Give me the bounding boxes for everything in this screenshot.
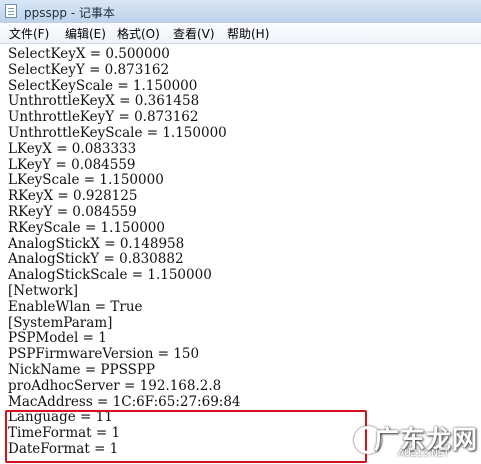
text-line[interactable]: LKeyY = 0.084559 xyxy=(8,157,241,174)
text-line[interactable]: PSPModel = 1 xyxy=(8,331,241,347)
text-line[interactable]: AnalogStickX = 0.148958 xyxy=(8,236,241,253)
editor-margin xyxy=(0,44,4,464)
text-line[interactable]: MacAddress = 1C:6F:65:27:69:84 xyxy=(8,394,241,411)
title-bar[interactable]: ppsspp - 记事本 xyxy=(0,0,481,24)
text-line[interactable]: [SystemParam] xyxy=(8,315,241,332)
text-line[interactable]: AnalogStickScale = 1.150000 xyxy=(8,267,241,284)
text-line[interactable]: UnthrottleKeyX = 0.361458 xyxy=(8,94,241,110)
text-line[interactable]: AnalogStickY = 0.830882 xyxy=(8,252,241,268)
watermark-logo: 广东龙网 AUZ13.NET xyxy=(352,420,477,460)
text-line[interactable]: SelectKeyY = 0.873162 xyxy=(8,62,241,79)
menu-edit[interactable]: 编辑(E) xyxy=(65,25,106,42)
text-line[interactable]: RKeyY = 0.084559 xyxy=(8,204,241,221)
text-editor[interactable]: SelectKeyX = 0.500000 SelectKeyY = 0.873… xyxy=(0,44,481,464)
text-line[interactable]: SelectKeyX = 0.500000 xyxy=(8,46,241,63)
menu-help[interactable]: 帮助(H) xyxy=(227,25,269,42)
highlight-box xyxy=(5,410,367,463)
notepad-window: ppsspp - 记事本 文件(F) 编辑(E) 格式(O) 查看(V) 帮助(… xyxy=(0,0,481,464)
text-lines: SelectKeyX = 0.500000 SelectKeyY = 0.873… xyxy=(8,46,241,458)
text-line[interactable]: UnthrottleKeyScale = 1.150000 xyxy=(8,125,241,142)
text-line[interactable]: RKeyScale = 1.150000 xyxy=(8,220,241,237)
menu-format[interactable]: 格式(O) xyxy=(117,25,160,42)
notepad-icon[interactable] xyxy=(5,4,17,18)
menu-view[interactable]: 查看(V) xyxy=(173,25,215,42)
text-line[interactable]: [Network] xyxy=(8,283,241,300)
menu-file[interactable]: 文件(F) xyxy=(9,25,49,42)
menu-bar: 文件(F) 编辑(E) 格式(O) 查看(V) 帮助(H) xyxy=(0,23,481,44)
text-line[interactable]: LKeyScale = 1.150000 xyxy=(8,173,241,189)
text-line[interactable]: proAdhocServer = 192.168.2.8 xyxy=(8,378,241,395)
watermark-url: AUZ13.NET xyxy=(398,449,449,459)
text-line[interactable]: LKeyX = 0.083333 xyxy=(8,141,241,158)
text-line[interactable]: UnthrottleKeyY = 0.873162 xyxy=(8,109,241,126)
window-title: ppsspp - 记事本 xyxy=(24,6,115,20)
text-line[interactable]: PSPFirmwareVersion = 150 xyxy=(8,346,241,363)
text-line[interactable]: NickName = PPSSPP xyxy=(8,362,241,379)
text-line[interactable]: RKeyX = 0.928125 xyxy=(8,188,241,205)
text-line[interactable]: SelectKeyScale = 1.150000 xyxy=(8,78,241,95)
text-line[interactable]: EnableWlan = True xyxy=(8,299,241,316)
